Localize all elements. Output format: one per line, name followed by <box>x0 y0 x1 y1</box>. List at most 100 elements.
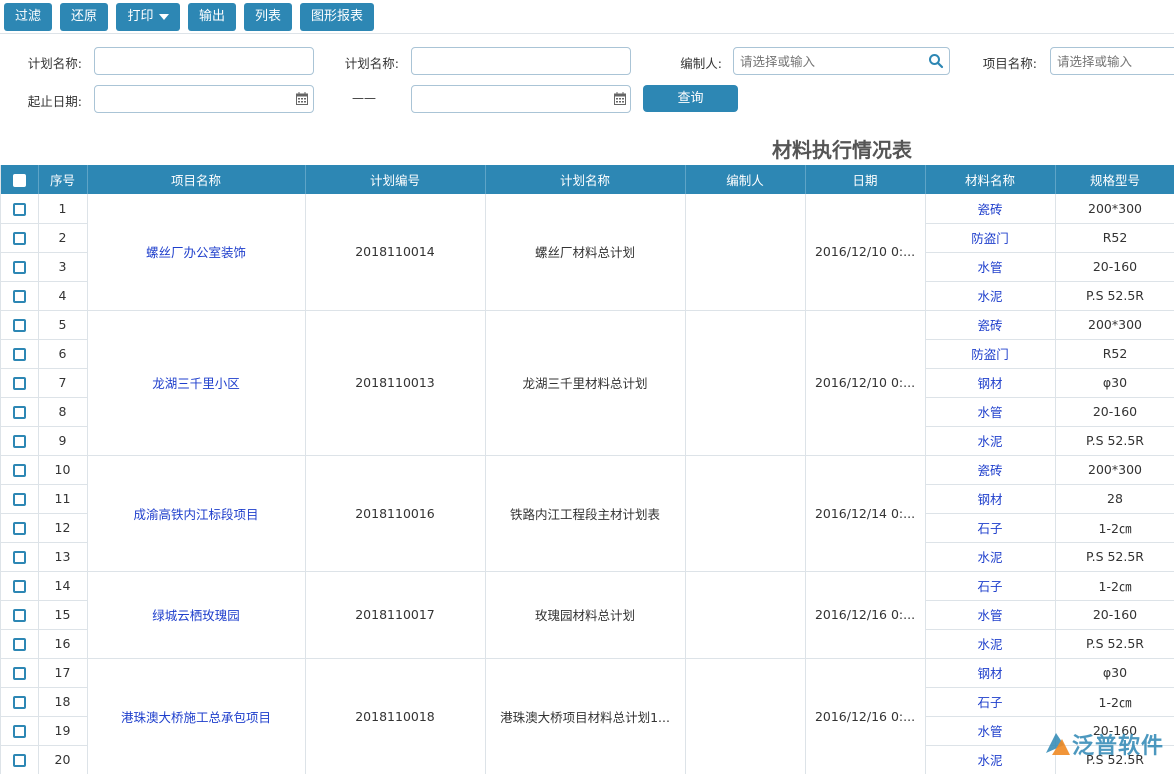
row-checkbox-cell[interactable] <box>1 223 39 253</box>
column-header[interactable]: 编制人 <box>685 165 806 194</box>
checkbox-icon[interactable] <box>12 435 26 448</box>
row-checkbox-cell[interactable] <box>1 426 39 456</box>
start-date-input[interactable] <box>94 85 314 113</box>
column-header[interactable]: 计划编号 <box>305 165 486 194</box>
project-name-input[interactable] <box>1050 47 1174 75</box>
row-checkbox-cell[interactable] <box>1 281 39 311</box>
select-all-checkbox[interactable] <box>1 165 39 194</box>
row-checkbox-cell[interactable] <box>1 600 39 630</box>
row-checkbox-cell[interactable] <box>1 194 39 224</box>
column-header[interactable]: 计划名称 <box>485 165 686 194</box>
material-name-cell[interactable]: 石子 <box>925 513 1056 543</box>
filter-button[interactable]: 过滤 <box>4 3 52 31</box>
material-name-cell[interactable]: 防盗门 <box>925 223 1056 253</box>
material-name-cell[interactable]: 钢材 <box>925 368 1056 398</box>
material-name-cell[interactable]: 水泥 <box>925 745 1056 774</box>
plan-name-input-1[interactable] <box>94 47 314 75</box>
column-header[interactable]: 序号 <box>38 165 88 194</box>
project-name-cell[interactable]: 龙湖三千里小区 <box>87 310 306 456</box>
date-cell: 2016/12/10 0:... <box>805 310 926 456</box>
material-name-cell[interactable]: 石子 <box>925 687 1056 717</box>
row-checkbox-cell[interactable] <box>1 513 39 543</box>
row-number: 13 <box>38 542 88 572</box>
creator-input[interactable] <box>733 47 950 75</box>
checkbox-icon[interactable] <box>12 580 26 593</box>
row-checkbox-cell[interactable] <box>1 716 39 746</box>
row-checkbox-cell[interactable] <box>1 397 39 427</box>
checkbox-icon[interactable] <box>12 696 26 709</box>
search-icon[interactable] <box>928 53 944 69</box>
checkbox-icon[interactable] <box>12 174 26 187</box>
material-name-cell[interactable]: 瓷砖 <box>925 455 1056 485</box>
material-name-cell[interactable]: 水管 <box>925 716 1056 746</box>
row-checkbox-cell[interactable] <box>1 368 39 398</box>
material-name-cell[interactable]: 水管 <box>925 600 1056 630</box>
checkbox-icon[interactable] <box>12 202 26 216</box>
checkbox-icon[interactable] <box>12 609 26 622</box>
material-name-cell[interactable]: 水管 <box>925 252 1056 282</box>
end-date-input[interactable] <box>411 85 631 113</box>
project-name-cell[interactable]: 成渝高铁内江标段项目 <box>87 455 306 572</box>
row-checkbox-cell[interactable] <box>1 571 39 601</box>
checkbox-icon[interactable] <box>12 725 26 738</box>
checkbox-icon[interactable] <box>12 261 26 274</box>
material-name-cell[interactable]: 水泥 <box>925 629 1056 659</box>
plan-name-cell: 玫瑰园材料总计划 <box>485 571 686 659</box>
column-header[interactable]: 项目名称 <box>87 165 306 194</box>
material-name-cell[interactable]: 水泥 <box>925 281 1056 311</box>
checkbox-icon[interactable] <box>12 551 26 564</box>
row-checkbox-cell[interactable] <box>1 252 39 282</box>
row-checkbox-cell[interactable] <box>1 455 39 485</box>
checkbox-icon[interactable] <box>12 377 26 390</box>
column-header[interactable]: 日期 <box>805 165 926 194</box>
material-name-cell[interactable]: 瓷砖 <box>925 310 1056 340</box>
calendar-icon[interactable] <box>296 92 308 105</box>
calendar-icon[interactable] <box>614 92 626 105</box>
row-checkbox-cell[interactable] <box>1 629 39 659</box>
material-name-cell[interactable]: 钢材 <box>925 484 1056 514</box>
row-checkbox-cell[interactable] <box>1 745 39 774</box>
project-name-cell[interactable]: 绿城云栖玫瑰园 <box>87 571 306 659</box>
project-name-cell[interactable]: 港珠澳大桥施工总承包项目 <box>87 658 306 774</box>
checkbox-icon[interactable] <box>12 290 26 303</box>
checkbox-icon[interactable] <box>12 667 26 680</box>
chart-report-button[interactable]: 图形报表 <box>300 3 374 31</box>
table-row[interactable]: 10 成渝高铁内江标段项目 2018110016 铁路内江工程段主材计划表 2016/1… <box>1 455 1174 572</box>
row-checkbox-cell[interactable] <box>1 658 39 688</box>
restore-button[interactable]: 还原 <box>60 3 108 31</box>
query-button[interactable]: 查询 <box>643 85 738 112</box>
table-row[interactable]: 1 螺丝厂办公室装饰 2018110014 螺丝厂材料总计划 2016/12/10 0:… <box>1 194 1174 311</box>
project-name-cell[interactable]: 螺丝厂办公室装饰 <box>87 194 306 311</box>
table-row[interactable]: 17 港珠澳大桥施工总承包项目 2018110018 港珠澳大桥项目材料总计划1...… <box>1 658 1174 774</box>
material-name-cell[interactable]: 石子 <box>925 571 1056 601</box>
material-name-cell[interactable]: 水管 <box>925 397 1056 427</box>
material-name-cell[interactable]: 瓷砖 <box>925 194 1056 224</box>
table-row[interactable]: 14 绿城云栖玫瑰园 2018110017 玫瑰园材料总计划 2016/12/16 0:… <box>1 571 1174 659</box>
export-button[interactable]: 输出 <box>188 3 236 31</box>
material-name-cell[interactable]: 水泥 <box>925 542 1056 572</box>
checkbox-icon[interactable] <box>12 232 26 245</box>
table-row[interactable]: 5 龙湖三千里小区 2018110013 龙湖三千里材料总计划 2016/12/10 0… <box>1 310 1174 456</box>
checkbox-icon[interactable] <box>12 319 26 332</box>
row-checkbox-cell[interactable] <box>1 542 39 572</box>
row-checkbox-cell[interactable] <box>1 484 39 514</box>
checkbox-icon[interactable] <box>12 638 26 651</box>
checkbox-icon[interactable] <box>12 522 26 535</box>
column-header[interactable]: 材料名称 <box>925 165 1056 194</box>
column-header[interactable]: 规格型号 <box>1055 165 1174 194</box>
plan-name-label-2: 计划名称: <box>344 56 399 71</box>
list-button[interactable]: 列表 <box>244 3 292 31</box>
material-name-cell[interactable]: 水泥 <box>925 426 1056 456</box>
checkbox-icon[interactable] <box>12 754 26 767</box>
checkbox-icon[interactable] <box>12 348 26 361</box>
row-checkbox-cell[interactable] <box>1 310 39 340</box>
checkbox-icon[interactable] <box>12 464 26 477</box>
plan-name-input-2[interactable] <box>411 47 631 75</box>
material-name-cell[interactable]: 钢材 <box>925 658 1056 688</box>
checkbox-icon[interactable] <box>12 493 26 506</box>
material-name-cell[interactable]: 防盗门 <box>925 339 1056 369</box>
print-button[interactable]: 打印 <box>116 3 180 31</box>
checkbox-icon[interactable] <box>12 406 26 419</box>
row-checkbox-cell[interactable] <box>1 339 39 369</box>
row-checkbox-cell[interactable] <box>1 687 39 717</box>
